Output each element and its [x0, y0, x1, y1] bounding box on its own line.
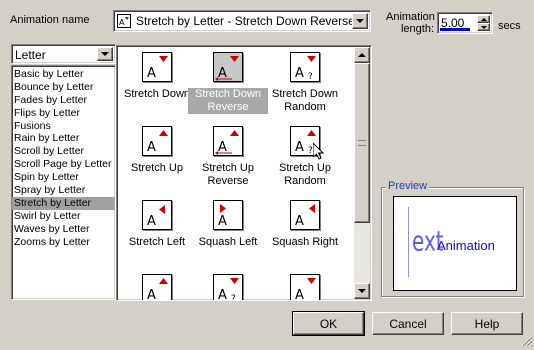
animation-name-label: Animation name: [10, 14, 90, 26]
preview-canvas: ext Animation: [393, 196, 517, 291]
animation-tile-partial[interactable]: A: [117, 274, 197, 301]
ok-button[interactable]: OK: [292, 311, 365, 336]
category-list-item[interactable]: Spray by Letter: [12, 184, 115, 197]
animation-tile-label: Stretch Down Reverse: [188, 88, 268, 114]
category-list-item[interactable]: Waves by Letter: [12, 223, 115, 236]
cancel-button[interactable]: Cancel: [372, 312, 444, 335]
help-button[interactable]: Help: [451, 312, 523, 335]
animation-tile-label: Stretch Up Reverse: [202, 162, 254, 187]
animation-name-combo[interactable]: A Stretch by Letter - Stretch Down Rever…: [113, 10, 371, 32]
svg-text:A: A: [295, 214, 304, 229]
svg-text:A: A: [218, 288, 227, 301]
animation-tile[interactable]: A Stretch Up Reverse: [188, 126, 268, 188]
stretch-letter-icon: A: [290, 200, 320, 230]
category-list-item[interactable]: Swirl by Letter: [12, 210, 115, 223]
length-progress-indicator: [440, 28, 470, 31]
category-list-item[interactable]: Rain by Letter: [12, 132, 115, 145]
stretch-letter-icon: A: [290, 274, 320, 301]
stretch-letter-icon: A: [213, 52, 243, 82]
category-list-item[interactable]: Scroll Page by Letter: [12, 158, 115, 171]
scroll-grip-icon: [358, 140, 366, 146]
svg-text:?: ?: [231, 294, 236, 301]
spin-up-button[interactable]: [477, 15, 490, 23]
category-combo-value: Letter: [15, 48, 46, 62]
svg-text:A: A: [218, 214, 227, 229]
scroll-down-button[interactable]: [354, 283, 370, 299]
svg-text:A: A: [147, 214, 156, 229]
svg-text:A: A: [119, 18, 125, 27]
animation-tile[interactable]: A Squash Right: [265, 200, 345, 249]
svg-text:A: A: [147, 140, 156, 155]
svg-text:A: A: [147, 288, 156, 301]
animation-tile[interactable]: A Squash Left: [188, 200, 268, 249]
animation-length-label-2: length:: [400, 23, 434, 35]
animation-tile-label: Stretch Down Random: [271, 88, 339, 113]
length-unit-label: secs: [498, 20, 521, 32]
animation-tile-partial[interactable]: A: [265, 274, 345, 301]
category-list-item[interactable]: Spin by Letter: [12, 171, 115, 184]
animation-name-dropdown-button[interactable]: [352, 13, 368, 29]
preview-label: Preview: [386, 180, 430, 192]
animation-tile-partial[interactable]: A?: [188, 274, 268, 301]
category-list-item[interactable]: Stretch by Letter: [12, 196, 115, 210]
stretch-letter-icon: A?: [290, 52, 320, 82]
preview-stretch-guide: [408, 207, 409, 277]
stretch-letter-icon: A: [213, 126, 243, 156]
category-list-item[interactable]: Zooms by Letter: [12, 236, 115, 249]
category-list-item[interactable]: Bounce by Letter: [12, 81, 115, 94]
scroll-down-icon: [358, 289, 366, 293]
spin-down-icon: [480, 25, 487, 29]
category-list-item[interactable]: Fusions: [12, 120, 115, 133]
animation-length-label-1: Animation: [386, 11, 435, 23]
chevron-down-icon: [356, 19, 364, 23]
animation-tile-label: Stretch Up: [131, 162, 183, 174]
svg-text:A: A: [295, 66, 304, 81]
animation-length-spinner[interactable]: 5.00: [437, 12, 493, 34]
animation-tile[interactable]: A? Stretch Up Random: [265, 126, 345, 188]
svg-text:A: A: [295, 288, 304, 301]
category-list-item[interactable]: Fades by Letter: [12, 94, 115, 107]
mouse-cursor-icon: [312, 141, 325, 163]
animation-tile[interactable]: A Stretch Left: [117, 200, 197, 249]
animation-name-value: Stretch by Letter - Stretch Down Reverse: [136, 14, 355, 28]
spin-up-icon: [480, 17, 487, 21]
animation-preview-icon: A: [117, 14, 131, 28]
stretch-letter-icon: A: [142, 52, 172, 82]
svg-text:A: A: [147, 66, 156, 81]
svg-text:?: ?: [308, 72, 313, 81]
scroll-up-button[interactable]: [354, 47, 370, 63]
stretch-letter-icon: A: [142, 274, 172, 301]
svg-text:A: A: [295, 140, 304, 155]
stretch-letter-icon: A: [142, 200, 172, 230]
chevron-down-icon: [101, 52, 109, 56]
stretch-letter-icon: A?: [213, 274, 243, 301]
animation-tile-label: Stretch Up Random: [279, 162, 331, 187]
resize-grip-icon[interactable]: [521, 335, 533, 347]
category-list-item[interactable]: Scroll by Letter: [12, 145, 115, 158]
category-combo[interactable]: Letter: [11, 44, 116, 64]
animation-tile-pane[interactable]: A Stretch Down A Stretch Down Reverse A? Stre…: [116, 45, 372, 301]
category-list-item[interactable]: Flips by Letter: [12, 107, 115, 120]
animation-tile[interactable]: A? Stretch Down Random: [265, 52, 345, 114]
animation-tile[interactable]: A Stretch Down: [117, 52, 197, 101]
animation-tile-label: Squash Left: [198, 236, 258, 248]
category-list-item[interactable]: Basic by Letter: [12, 68, 115, 81]
spin-down-button[interactable]: [477, 23, 490, 31]
stretch-letter-icon: A: [142, 126, 172, 156]
animation-tile-label: Stretch Left: [128, 236, 186, 248]
category-dropdown-button[interactable]: [97, 47, 113, 61]
animation-tile[interactable]: A Stretch Down Reverse: [188, 52, 268, 114]
scroll-up-icon: [358, 53, 366, 57]
scroll-thumb[interactable]: [354, 63, 370, 223]
animation-tile-label: Squash Right: [271, 236, 339, 248]
preview-text: Animation: [437, 238, 495, 253]
animation-tile[interactable]: A Stretch Up: [117, 126, 197, 175]
stretch-letter-icon: A: [213, 200, 243, 230]
tile-scrollbar[interactable]: [354, 47, 370, 299]
category-list[interactable]: Basic by Letter Bounce by Letter Fades by …: [11, 65, 116, 300]
animation-tile-label: Stretch Down: [123, 88, 191, 100]
